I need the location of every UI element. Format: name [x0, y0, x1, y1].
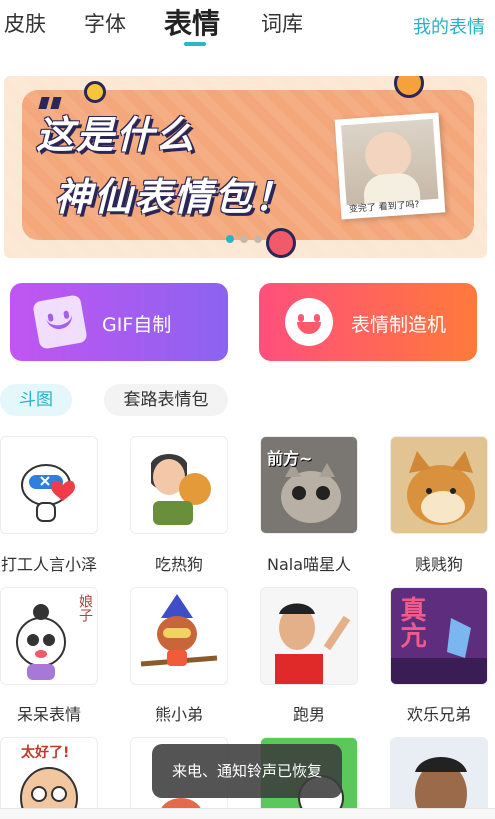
active-tab-indicator: [184, 42, 206, 46]
yellow-dot-decoration: [84, 81, 106, 103]
man-eating-sticker-icon: [151, 454, 211, 525]
emoji-maker-label: 表情制造机: [351, 314, 447, 336]
top-tab-bar: 皮肤 字体 表情 词库 我的表情: [0, 0, 495, 50]
blue-cat-sticker-icon: [21, 464, 75, 522]
sticker-label: 欢乐兄弟: [406, 705, 471, 724]
sticker-tile-nala[interactable]: 前方~: [260, 436, 358, 534]
sticker-tile-running-man[interactable]: [260, 587, 358, 685]
sticker-label: 呆呆表情: [16, 705, 81, 724]
sticker-label: 跑男: [292, 705, 325, 724]
sticker-overlay-text: 前方~: [267, 449, 313, 468]
bottom-bar: [0, 808, 495, 819]
baby-photo-card: 变完了 看到了吗?: [334, 112, 446, 220]
gif-maker-label: GIF自制: [102, 314, 172, 336]
toast-notification: 来电、通知铃声已恢复: [152, 744, 342, 798]
pager-dot-active: [226, 235, 234, 243]
smile-face-icon: [285, 298, 333, 346]
tab-font[interactable]: 字体: [84, 8, 126, 38]
sticker-tile-daidai[interactable]: 娘子: [0, 587, 98, 685]
bear-witch-sticker-icon: [140, 594, 218, 667]
emoji-maker-button[interactable]: 表情制造机: [259, 283, 477, 361]
man-cheering-sticker-icon: [261, 588, 357, 684]
shiba-dog-sticker-icon: [391, 437, 487, 533]
banner-pager-dots: [226, 228, 268, 247]
sticker-overlay-text: 娘子: [77, 594, 93, 622]
pager-dot: [254, 235, 262, 243]
pager-dot: [240, 235, 248, 243]
sticker-tile-bear[interactable]: [130, 587, 228, 685]
gif-maker-button[interactable]: GIF自制: [10, 283, 228, 361]
gif-face-icon: [32, 294, 88, 350]
tab-lexicon[interactable]: 词库: [261, 8, 303, 38]
sticker-tile-happy-bros[interactable]: 真亢: [390, 587, 488, 685]
category-chip-taolu[interactable]: 套路表情包: [104, 384, 228, 416]
sticker-label: 吃热狗: [154, 555, 203, 574]
man-face-sticker-icon: [391, 738, 487, 819]
sticker-tile-blue-cat[interactable]: [0, 436, 98, 534]
sticker-tile-row3-1[interactable]: 太好了!: [0, 737, 98, 819]
sticker-label: 熊小弟: [154, 705, 203, 724]
sticker-tile-row3-4[interactable]: [390, 737, 488, 819]
tab-emoji[interactable]: 表情: [164, 2, 220, 42]
my-emoji-link[interactable]: 我的表情: [413, 13, 485, 39]
sticker-overlay-text: 真亢: [396, 596, 426, 648]
tab-skin[interactable]: 皮肤: [4, 8, 46, 38]
sticker-tile-hotdog[interactable]: [130, 436, 228, 534]
sticker-label: Nala喵星人: [266, 555, 352, 574]
sticker-overlay-text: 太好了!: [21, 745, 70, 761]
banner-title-line2: 神仙表情包！: [54, 175, 295, 219]
baby-photo: [341, 118, 439, 206]
banner-title-line1: 这是什么: [36, 113, 197, 157]
red-dot-decoration: [266, 228, 296, 258]
sticker-label: 贱贱狗: [414, 555, 463, 574]
sticker-tile-shiba[interactable]: [390, 436, 488, 534]
category-chip-doutu[interactable]: 斗图: [0, 384, 72, 416]
sticker-label: 打工人言小泽: [0, 555, 97, 574]
